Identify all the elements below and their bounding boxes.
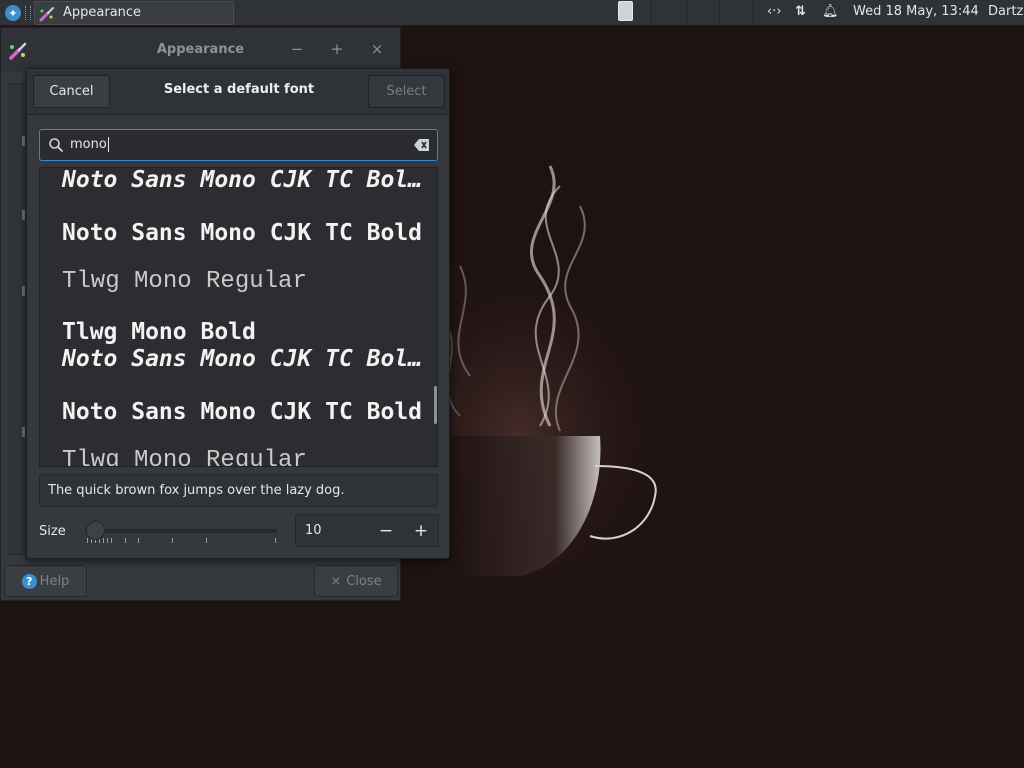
slider-mark <box>107 538 108 543</box>
maximize-button[interactable]: + <box>327 39 347 59</box>
search-icon <box>49 138 63 152</box>
size-label: Size <box>39 524 66 539</box>
slider-mark <box>103 538 104 543</box>
font-list-item[interactable]: Noto Sans Mono CJK TC Bol… <box>62 346 422 372</box>
close-icon: × <box>330 573 342 589</box>
dialog-header: Cancel Select a default font Select <box>27 69 449 115</box>
minimize-button[interactable]: − <box>287 39 307 59</box>
device-icon[interactable] <box>618 1 633 21</box>
font-search-field[interactable]: mono <box>39 129 438 161</box>
clear-search-icon[interactable] <box>414 138 430 152</box>
help-icon: ? <box>21 573 37 589</box>
panel-clock[interactable]: Wed 18 May, 13:44 <box>853 4 979 19</box>
panel-separator <box>686 0 687 26</box>
font-list-item[interactable]: Noto Sans Mono CJK TC Bold <box>62 399 422 425</box>
panel-separator <box>719 0 720 26</box>
cancel-button[interactable]: Cancel <box>33 75 110 108</box>
slider-mark <box>87 538 88 543</box>
size-value[interactable]: 10 <box>305 523 322 538</box>
font-size-spinbutton[interactable]: 10 − + <box>295 514 439 547</box>
window-close-button[interactable]: × <box>367 39 387 59</box>
option-marker <box>22 286 25 296</box>
taskbar-item-appearance[interactable]: Appearance <box>34 1 234 25</box>
network-wired-icon[interactable]: ‹·› <box>767 4 782 19</box>
slider-mark <box>111 538 112 543</box>
decrease-size-button[interactable]: − <box>374 519 398 543</box>
bell-icon[interactable]: 🔔︎ <box>822 4 839 19</box>
slider-track[interactable] <box>85 529 277 533</box>
help-button[interactable]: ? Help <box>4 565 87 597</box>
search-input[interactable]: mono <box>70 137 109 152</box>
updown-arrows-icon[interactable]: ⇅ <box>795 4 806 19</box>
font-list-item[interactable]: Tlwg Mono Regular <box>62 447 307 466</box>
font-list-item[interactable]: Noto Sans Mono CJK TC Bol… <box>62 168 422 193</box>
font-size-slider[interactable] <box>85 517 277 547</box>
slider-mark <box>172 538 173 543</box>
paintbrush-icon <box>39 7 54 22</box>
close-label: Close <box>346 573 382 589</box>
option-marker <box>22 210 25 220</box>
font-list[interactable]: Noto Sans Mono CJK TC Bol… Noto Sans Mon… <box>39 167 438 467</box>
option-marker <box>22 136 25 146</box>
close-button[interactable]: × Close <box>314 565 398 597</box>
taskbar-item-label: Appearance <box>63 5 142 20</box>
slider-mark <box>138 538 139 543</box>
font-list-item[interactable]: Tlwg Mono Bold <box>62 319 256 345</box>
font-list-item[interactable]: Noto Sans Mono CJK TC Bold <box>62 220 422 246</box>
panel-separator <box>651 0 652 26</box>
window-titlebar[interactable]: Appearance − + × <box>1 28 400 72</box>
app-menu-icon[interactable]: ✦ <box>5 5 21 21</box>
panel-separator <box>753 0 754 26</box>
option-marker <box>22 427 25 437</box>
font-preview[interactable]: The quick brown fox jumps over the lazy … <box>39 474 438 507</box>
user-menu[interactable]: Dartz <box>988 4 1023 19</box>
select-button[interactable]: Select <box>368 75 445 108</box>
font-list-scrollbar[interactable] <box>434 386 437 424</box>
slider-mark <box>125 538 126 543</box>
help-label: Help <box>39 573 70 589</box>
top-panel: ✦ Appearance ‹·› ⇅ 🔔︎ Wed 18 May, 13:44 … <box>0 0 1024 26</box>
increase-size-button[interactable]: + <box>409 519 433 543</box>
font-list-item[interactable]: Tlwg Mono Regular <box>62 268 307 295</box>
slider-mark <box>206 538 207 543</box>
panel-handle[interactable] <box>25 6 31 20</box>
dialog-title: Select a default font <box>163 82 315 97</box>
slider-mark <box>275 538 276 543</box>
font-chooser-dialog: Cancel Select a default font Select mono… <box>26 68 450 559</box>
slider-handle[interactable] <box>86 521 105 540</box>
